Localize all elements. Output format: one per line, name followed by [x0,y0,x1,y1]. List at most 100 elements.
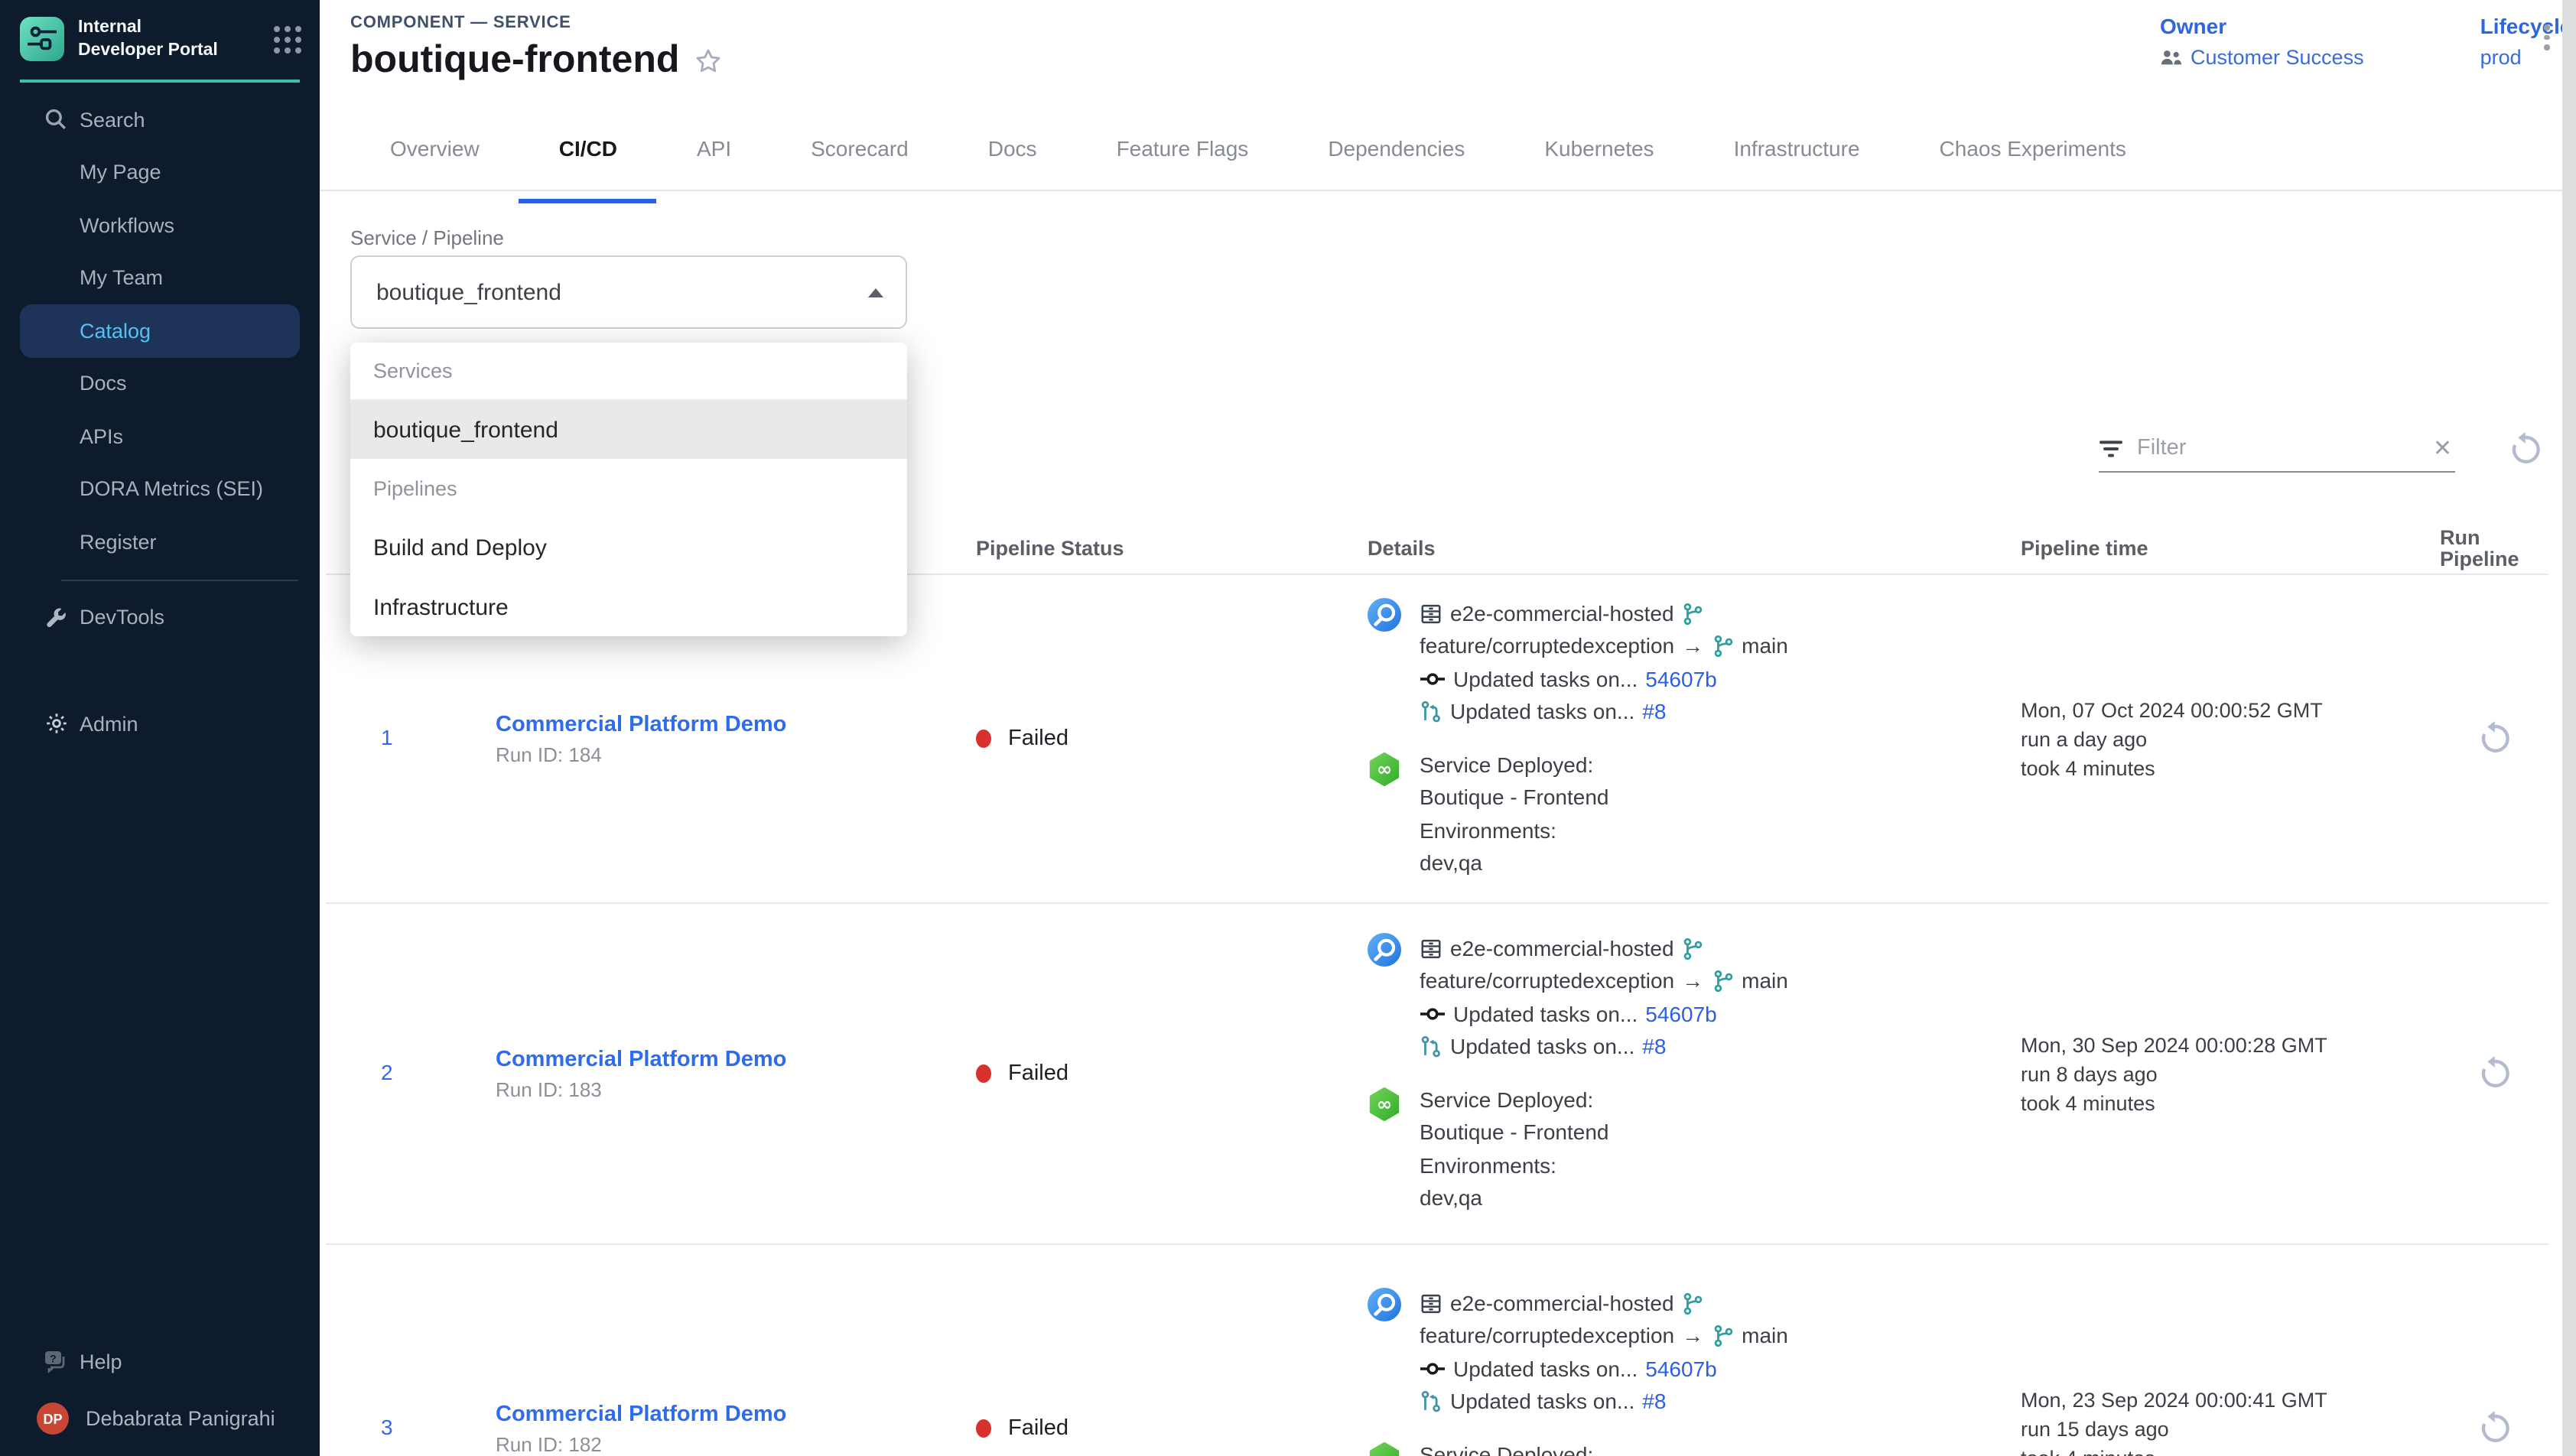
tab-chaos-experiments[interactable]: Chaos Experiments [1900,127,2166,190]
git-commit-icon [1420,1007,1446,1022]
branch-to: main [1742,630,1788,663]
status-text: Failed [1008,1416,1068,1441]
env-label: Environments: [1420,814,1609,847]
row-number-link[interactable]: 3 [381,1415,393,1439]
pipeline-picker-label: Service / Pipeline [350,226,504,249]
tab-docs[interactable]: Docs [948,127,1077,190]
favorite-star-icon[interactable] [693,45,724,76]
sidebar-item-devtools[interactable]: DevTools [0,591,320,644]
tab-overview[interactable]: Overview [350,127,519,190]
svg-text:∞: ∞ [1377,1448,1392,1456]
sidebar-item-my-team[interactable]: My Team [0,252,320,304]
sidebar-item-workflows[interactable]: Workflows [0,199,320,252]
gear-icon [44,712,69,736]
col-header-status: Pipeline Status [953,536,1338,559]
help-chat-icon: ? [43,1349,67,1373]
sidebar-item-catalog[interactable]: Catalog [20,304,300,357]
apps-grid-icon[interactable] [274,25,301,53]
row-number-link[interactable]: 1 [381,725,393,749]
dropdown-option-boutique-frontend[interactable]: boutique_frontend [350,401,907,459]
refresh-table-icon[interactable] [2506,430,2545,470]
pr-link[interactable]: #8 [1642,696,1666,729]
pipeline-select[interactable]: boutique_frontend [350,255,907,329]
rerun-pipeline-icon[interactable] [2474,1409,2514,1448]
pipeline-time-cell: Mon, 30 Sep 2024 00:00:28 GMT run 8 days… [2021,1030,2428,1117]
failed-status-dot [976,1419,991,1438]
pr-link[interactable]: #8 [1642,1031,1666,1064]
ci-stage-icon [1368,597,1401,729]
branch-from: feature/corruptedexception [1420,630,1674,663]
git-branch-icon [1711,635,1734,658]
tab-api[interactable]: API [657,127,771,190]
app-window: Internal Developer Portal Search My Page… [0,0,2576,1456]
pipeline-time-cell: Mon, 23 Sep 2024 00:00:41 GMT run 15 day… [2021,1385,2428,1456]
deploy-service: Boutique - Frontend [1420,782,1609,814]
pr-link[interactable]: #8 [1642,1386,1666,1419]
repo-name[interactable]: e2e-commercial-hosted [1450,597,1674,630]
commit-link[interactable]: 54607b [1645,1353,1716,1386]
run-duration: took 4 minutes [2021,1443,2428,1456]
pipeline-name-link[interactable]: Commercial Platform Demo [496,1047,953,1071]
details-cell: e2e-commercial-hosted feature/corruptede… [1338,932,1992,1215]
filter-input[interactable] [2137,436,2419,460]
git-branch-icon [1682,938,1705,960]
commit-link[interactable]: 54607b [1645,663,1716,696]
owner-label: Owner [2160,14,2364,38]
branch-to: main [1742,965,1788,998]
deploy-title: Service Deployed: [1420,1438,1609,1456]
sidebar-item-admin[interactable]: Admin [0,697,320,750]
vertical-scrollbar[interactable] [2562,0,2576,1456]
pipeline-select-value: boutique_frontend [376,279,867,305]
sidebar-item-docs[interactable]: Docs [0,357,320,410]
tab-kubernetes[interactable]: Kubernetes [1504,127,1693,190]
search-icon [44,109,67,132]
clear-filter-icon[interactable]: ✕ [2433,434,2455,462]
sidebar-item-dora-metrics[interactable]: DORA Metrics (SEI) [0,463,320,515]
pipeline-name-link[interactable]: Commercial Platform Demo [496,1402,953,1426]
run-id: Run ID: 182 [496,1432,953,1455]
sidebar-nav: Search My Page Workflows My Team Catalog… [0,83,320,750]
repo-name[interactable]: e2e-commercial-hosted [1450,1287,1674,1320]
branch-to: main [1742,1320,1788,1353]
dropdown-group-services: Services [350,343,907,401]
pipeline-time-cell: Mon, 07 Oct 2024 00:00:52 GMT run a day … [2021,695,2428,782]
cd-stage-icon: ∞ [1368,749,1401,880]
dropdown-option-build-and-deploy[interactable]: Build and Deploy [350,517,907,578]
commit-link[interactable]: 54607b [1645,998,1716,1031]
tab-scorecard[interactable]: Scorecard [771,127,948,190]
app-title: Internal Developer Portal [78,17,225,61]
tab-dependencies[interactable]: Dependencies [1288,127,1504,190]
rerun-pipeline-icon[interactable] [2474,1054,2514,1094]
tab-feature-flags[interactable]: Feature Flags [1077,127,1289,190]
repo-name[interactable]: e2e-commercial-hosted [1450,932,1674,965]
sidebar-item-search[interactable]: Search [0,93,320,146]
entity-meta: Owner Customer Success Lifecycle prod [2160,14,2571,69]
tab-infrastructure[interactable]: Infrastructure [1694,127,1900,190]
run-ago: run a day ago [2021,724,2428,753]
people-icon [2160,49,2183,66]
deploy-service: Boutique - Frontend [1420,1116,1609,1149]
help-button[interactable]: ? Help [0,1335,320,1387]
owner-meta: Owner Customer Success [2160,14,2364,69]
harness-logo-icon [20,17,64,61]
rerun-pipeline-icon[interactable] [2474,719,2514,759]
sidebar-item-register[interactable]: Register [0,515,320,568]
pipeline-dropdown-menu: Services boutique_frontend Pipelines Bui… [350,343,907,636]
owner-link[interactable]: Customer Success [2191,46,2364,69]
sidebar-item-my-page[interactable]: My Page [0,146,320,199]
lifecycle-value: prod [2480,46,2522,69]
row-number-link[interactable]: 2 [381,1060,393,1084]
env-value: dev,qa [1420,847,1609,880]
more-options-kebab-icon[interactable] [2533,24,2561,61]
pr-message: Updated tasks on... [1450,1031,1634,1064]
dropdown-option-infrastructure[interactable]: Infrastructure [350,578,907,636]
user-menu[interactable]: DP Debabrata Panigrahi [0,1387,320,1456]
repo-icon [1420,603,1442,626]
sidebar-item-label: DORA Metrics (SEI) [80,478,263,501]
sidebar-footer: ? Help DP Debabrata Panigrahi [0,1335,320,1456]
pipeline-name-link[interactable]: Commercial Platform Demo [496,712,953,736]
pull-request-icon [1420,701,1442,724]
tab-cicd[interactable]: CI/CD [519,127,657,190]
breadcrumb: COMPONENT — SERVICE [350,14,571,32]
sidebar-item-apis[interactable]: APIs [0,410,320,463]
